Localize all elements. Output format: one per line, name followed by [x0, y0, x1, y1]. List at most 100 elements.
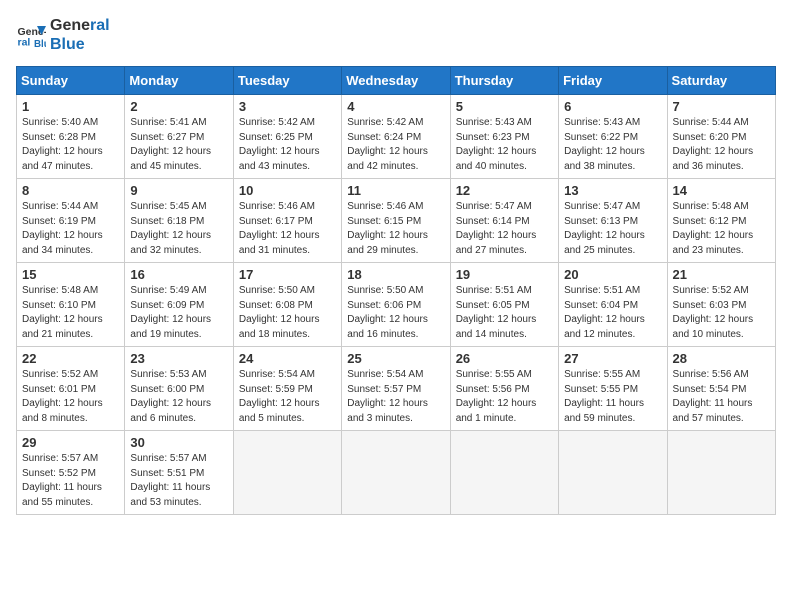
day-detail: Sunrise: 5:42 AM Sunset: 6:24 PM Dayligh… [347, 116, 444, 174]
calendar-cell: 10Sunrise: 5:46 AM Sunset: 6:17 PM Dayli… [233, 179, 341, 263]
weekday-header-saturday: Saturday [667, 67, 775, 95]
day-number: 28 [673, 351, 770, 366]
svg-text:Blue: Blue [34, 39, 46, 50]
logo-line2: Blue [50, 35, 110, 54]
day-number: 10 [239, 183, 336, 198]
calendar-cell: 11 Sunrise: 5:46 AM Sunset: 6:15 PM Dayli… [342, 179, 450, 263]
calendar-cell [450, 431, 558, 515]
day-detail: Sunrise: 5:53 AM Sunset: 6:00 PM Dayligh… [130, 368, 227, 426]
logo-icon: Gene- ral Blue [16, 20, 46, 50]
calendar-cell: 7Sunrise: 5:44 AM Sunset: 6:20 PM Daylig… [667, 95, 775, 179]
calendar-cell: 20 Sunrise: 5:51 AM Sunset: 6:04 PM Dayli… [559, 263, 667, 347]
day-detail: Sunrise: 5:40 AM Sunset: 6:28 PM Dayligh… [22, 116, 119, 174]
weekday-header-wednesday: Wednesday [342, 67, 450, 95]
calendar-cell: 19 Sunrise: 5:51 AM Sunset: 6:05 PM Dayli… [450, 263, 558, 347]
logo-line1: General [50, 16, 110, 35]
day-number: 13 [564, 183, 661, 198]
calendar-cell: 1 Sunrise: 5:40 AM Sunset: 6:28 PM Daylig… [17, 95, 125, 179]
day-detail: Sunrise: 5:57 AM Sunset: 5:52 PM Dayligh… [22, 452, 119, 510]
weekday-header-thursday: Thursday [450, 67, 558, 95]
calendar-cell: 13Sunrise: 5:47 AM Sunset: 6:13 PM Dayli… [559, 179, 667, 263]
calendar-cell: 3 Sunrise: 5:42 AM Sunset: 6:25 PM Daylig… [233, 95, 341, 179]
day-detail: Sunrise: 5:50 AM Sunset: 6:06 PM Dayligh… [347, 284, 444, 342]
calendar-cell: 30Sunrise: 5:57 AM Sunset: 5:51 PM Dayli… [125, 431, 233, 515]
day-number: 3 [239, 99, 336, 114]
calendar-cell: 23 Sunrise: 5:53 AM Sunset: 6:00 PM Dayli… [125, 347, 233, 431]
day-number: 1 [22, 99, 119, 114]
day-number: 8 [22, 183, 119, 198]
day-detail: Sunrise: 5:56 AM Sunset: 5:54 PM Dayligh… [673, 368, 770, 426]
day-detail: Sunrise: 5:51 AM Sunset: 6:04 PM Dayligh… [564, 284, 661, 342]
day-number: 22 [22, 351, 119, 366]
day-detail: Sunrise: 5:52 AM Sunset: 6:01 PM Dayligh… [22, 368, 119, 426]
day-number: 17 [239, 267, 336, 282]
calendar-cell: 8 Sunrise: 5:44 AM Sunset: 6:19 PM Daylig… [17, 179, 125, 263]
day-detail: Sunrise: 5:44 AM Sunset: 6:20 PM Dayligh… [673, 116, 770, 174]
calendar-cell [559, 431, 667, 515]
day-detail: Sunrise: 5:48 AM Sunset: 6:10 PM Dayligh… [22, 284, 119, 342]
day-detail: Sunrise: 5:48 AM Sunset: 6:12 PM Dayligh… [673, 200, 770, 258]
day-detail: Sunrise: 5:42 AM Sunset: 6:25 PM Dayligh… [239, 116, 336, 174]
calendar-cell: 29 Sunrise: 5:57 AM Sunset: 5:52 PM Dayli… [17, 431, 125, 515]
calendar-cell: 14 Sunrise: 5:48 AM Sunset: 6:12 PM Dayli… [667, 179, 775, 263]
day-detail: Sunrise: 5:50 AM Sunset: 6:08 PM Dayligh… [239, 284, 336, 342]
day-detail: Sunrise: 5:55 AM Sunset: 5:55 PM Dayligh… [564, 368, 661, 426]
day-number: 9 [130, 183, 227, 198]
day-number: 20 [564, 267, 661, 282]
day-detail: Sunrise: 5:47 AM Sunset: 6:14 PM Dayligh… [456, 200, 553, 258]
day-number: 24 [239, 351, 336, 366]
calendar-cell: 15 Sunrise: 5:48 AM Sunset: 6:10 PM Dayli… [17, 263, 125, 347]
weekday-header-tuesday: Tuesday [233, 67, 341, 95]
calendar-cell: 21Sunrise: 5:52 AM Sunset: 6:03 PM Dayli… [667, 263, 775, 347]
day-detail: Sunrise: 5:43 AM Sunset: 6:23 PM Dayligh… [456, 116, 553, 174]
calendar-cell [233, 431, 341, 515]
day-detail: Sunrise: 5:54 AM Sunset: 5:59 PM Dayligh… [239, 368, 336, 426]
day-number: 23 [130, 351, 227, 366]
calendar-cell: 12 Sunrise: 5:47 AM Sunset: 6:14 PM Dayli… [450, 179, 558, 263]
calendar-cell: 28 Sunrise: 5:56 AM Sunset: 5:54 PM Dayli… [667, 347, 775, 431]
day-number: 5 [456, 99, 553, 114]
day-number: 21 [673, 267, 770, 282]
day-number: 6 [564, 99, 661, 114]
day-number: 14 [673, 183, 770, 198]
calendar-cell [342, 431, 450, 515]
day-detail: Sunrise: 5:44 AM Sunset: 6:19 PM Dayligh… [22, 200, 119, 258]
calendar-cell: 18 Sunrise: 5:50 AM Sunset: 6:06 PM Dayli… [342, 263, 450, 347]
logo: Gene- ral Blue General Blue [16, 16, 110, 54]
calendar-cell: 26 Sunrise: 5:55 AM Sunset: 5:56 PM Dayli… [450, 347, 558, 431]
calendar-table: SundayMondayTuesdayWednesdayThursdayFrid… [16, 66, 776, 515]
day-number: 11 [347, 183, 444, 198]
calendar-cell: 2 Sunrise: 5:41 AM Sunset: 6:27 PM Daylig… [125, 95, 233, 179]
day-detail: Sunrise: 5:57 AM Sunset: 5:51 PM Dayligh… [130, 452, 227, 510]
day-number: 15 [22, 267, 119, 282]
day-detail: Sunrise: 5:49 AM Sunset: 6:09 PM Dayligh… [130, 284, 227, 342]
day-detail: Sunrise: 5:51 AM Sunset: 6:05 PM Dayligh… [456, 284, 553, 342]
day-number: 19 [456, 267, 553, 282]
calendar-cell: 17 Sunrise: 5:50 AM Sunset: 6:08 PM Dayli… [233, 263, 341, 347]
calendar-cell: 24 Sunrise: 5:54 AM Sunset: 5:59 PM Dayli… [233, 347, 341, 431]
day-number: 27 [564, 351, 661, 366]
day-detail: Sunrise: 5:43 AM Sunset: 6:22 PM Dayligh… [564, 116, 661, 174]
calendar-cell: 25Sunrise: 5:54 AM Sunset: 5:57 PM Dayli… [342, 347, 450, 431]
calendar-cell: 9 Sunrise: 5:45 AM Sunset: 6:18 PM Daylig… [125, 179, 233, 263]
day-number: 2 [130, 99, 227, 114]
weekday-header-sunday: Sunday [17, 67, 125, 95]
day-number: 12 [456, 183, 553, 198]
calendar-cell: 27 Sunrise: 5:55 AM Sunset: 5:55 PM Dayli… [559, 347, 667, 431]
day-number: 29 [22, 435, 119, 450]
calendar-cell: 6 Sunrise: 5:43 AM Sunset: 6:22 PM Daylig… [559, 95, 667, 179]
day-number: 26 [456, 351, 553, 366]
calendar-cell: 4 Sunrise: 5:42 AM Sunset: 6:24 PM Daylig… [342, 95, 450, 179]
page-header: Gene- ral Blue General Blue [16, 16, 776, 54]
day-number: 16 [130, 267, 227, 282]
day-number: 18 [347, 267, 444, 282]
day-detail: Sunrise: 5:41 AM Sunset: 6:27 PM Dayligh… [130, 116, 227, 174]
day-detail: Sunrise: 5:45 AM Sunset: 6:18 PM Dayligh… [130, 200, 227, 258]
svg-text:ral: ral [18, 37, 31, 49]
day-number: 25 [347, 351, 444, 366]
day-number: 4 [347, 99, 444, 114]
calendar-cell: 5 Sunrise: 5:43 AM Sunset: 6:23 PM Daylig… [450, 95, 558, 179]
day-detail: Sunrise: 5:46 AM Sunset: 6:15 PM Dayligh… [347, 200, 444, 258]
calendar-cell: 16 Sunrise: 5:49 AM Sunset: 6:09 PM Dayli… [125, 263, 233, 347]
day-detail: Sunrise: 5:55 AM Sunset: 5:56 PM Dayligh… [456, 368, 553, 426]
